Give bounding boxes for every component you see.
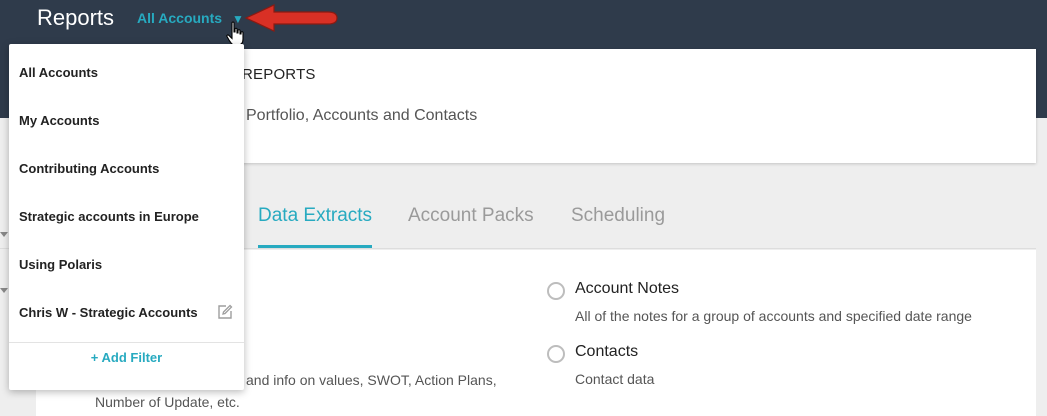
add-filter-button[interactable]: + Add Filter <box>9 350 244 365</box>
menu-item-label: My Accounts <box>19 112 100 128</box>
page-title: Reports <box>37 5 115 30</box>
menu-item-label: Using Polaris <box>19 256 103 272</box>
option-description: Number of Update, etc. <box>95 394 240 410</box>
contacts-radio[interactable] <box>547 345 565 363</box>
menu-item-using-polaris[interactable]: Using Polaris <box>9 240 244 288</box>
account-notes-radio[interactable] <box>547 282 565 300</box>
menu-item-label: Chris W - Strategic Accounts <box>19 304 198 320</box>
option-description: and info on values, SWOT, Action Plans, <box>246 372 497 388</box>
menu-item-contributing-accounts[interactable]: Contributing Accounts <box>9 144 244 192</box>
menu-item-label: Strategic accounts in Europe <box>19 208 199 224</box>
menu-item-label: All Accounts <box>19 64 98 80</box>
tab-scheduling[interactable]: Scheduling <box>571 205 665 248</box>
account-notes-label: Account Notes <box>575 280 680 297</box>
account-notes-description: All of the notes for a group of accounts… <box>575 308 972 324</box>
section-title: REPORTS <box>242 66 316 83</box>
tab-account-packs[interactable]: Account Packs <box>408 205 534 248</box>
account-filter-label: All Accounts <box>137 10 223 26</box>
collapse-marker-icon <box>0 232 8 237</box>
menu-item-label: Contributing Accounts <box>19 160 160 176</box>
menu-divider <box>9 342 244 343</box>
menu-item-my-accounts[interactable]: My Accounts <box>9 96 244 144</box>
red-arrow-pointer <box>244 4 338 32</box>
edit-icon[interactable] <box>217 304 233 320</box>
menu-item-strategic-europe[interactable]: Strategic accounts in Europe <box>9 192 244 240</box>
tab-data-extracts[interactable]: Data Extracts <box>258 205 373 248</box>
menu-item-all-accounts[interactable]: All Accounts <box>9 48 244 96</box>
collapse-marker-icon <box>0 288 8 293</box>
reports-header-card: REPORTS Portfolio, Accounts and Contacts <box>210 49 1036 163</box>
account-filter-menu: All Accounts My Accounts Contributing Ac… <box>9 44 244 390</box>
section-description: Portfolio, Accounts and Contacts <box>246 107 478 124</box>
contacts-description: Contact data <box>575 371 655 387</box>
contacts-label: Contacts <box>575 343 639 360</box>
menu-item-chris-w-strategic[interactable]: Chris W - Strategic Accounts <box>9 288 244 336</box>
